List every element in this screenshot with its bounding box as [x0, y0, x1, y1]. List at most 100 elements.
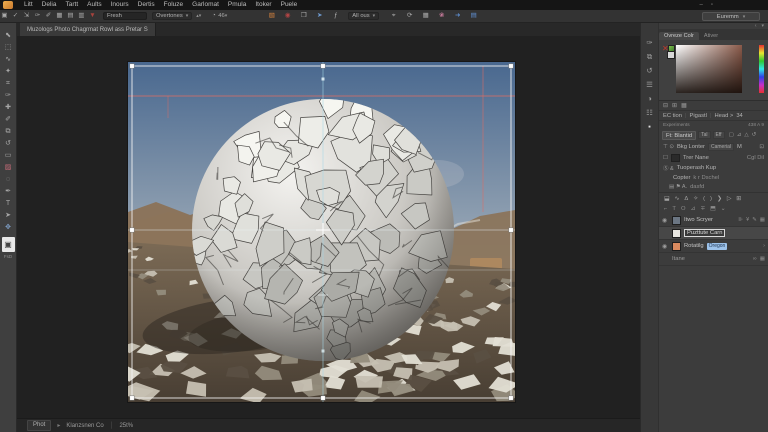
panel-option-icon-1[interactable]: ⊞	[672, 102, 677, 109]
panel-tool-icon-a3[interactable]: ✧	[693, 196, 698, 202]
status-doc-button[interactable]: Phot	[27, 420, 52, 431]
doc-blue-icon[interactable]: ▤	[469, 10, 478, 22]
menu-item-itoker[interactable]: Itoker	[255, 0, 271, 10]
panel-tool-icon-b0[interactable]: ⌐	[664, 206, 667, 212]
stamp-tool[interactable]: ⧉	[2, 126, 15, 138]
arrow-blue-icon[interactable]: ➜	[453, 10, 462, 22]
flower-icon[interactable]: ❀	[437, 10, 446, 22]
options-mode-dropdown[interactable]: Overtones ▾	[152, 12, 193, 20]
orange-panel-icon[interactable]: ▧	[267, 10, 276, 22]
history-panel-icon[interactable]: ↺	[646, 66, 652, 75]
checkbox-icon[interactable]: ☐	[663, 155, 668, 161]
brush-panel-icon[interactable]: ✑	[646, 38, 652, 47]
workspace-dropdown[interactable]: Euremm ▾	[702, 12, 760, 21]
menu-item-dertis[interactable]: Dertis	[138, 0, 155, 10]
opacity-dial-icon[interactable]: ◔	[209, 10, 218, 22]
foreground-background-swatch[interactable]: ✕	[662, 45, 676, 61]
menu-item-delia[interactable]: Delia	[42, 0, 57, 10]
transform-arrow-icon[interactable]: ⇲	[22, 10, 31, 22]
blue-cursor-icon[interactable]: ➤	[315, 10, 324, 22]
panel-tool-icon-b4[interactable]: ∓	[700, 206, 705, 212]
clone-source-panel-icon[interactable]: ⧉	[647, 52, 652, 61]
adjustments-panel-icon[interactable]: ◑	[647, 94, 652, 103]
panel-tool-icon-a6[interactable]: ❯	[717, 196, 722, 202]
lasso-tool[interactable]: ∿	[2, 54, 15, 66]
menu-item-litt[interactable]: Litt	[24, 0, 33, 10]
transform-handle-1[interactable]	[320, 63, 326, 69]
eraser-tool[interactable]: ▭	[2, 150, 15, 162]
layer-name[interactable]: Puzttute Carn	[684, 229, 726, 237]
layer-row-3[interactable]: Itane ∞ ▦	[659, 253, 768, 266]
blur-tool[interactable]: ◌	[2, 174, 15, 186]
tab-layers[interactable]: EC tion	[663, 113, 682, 119]
panel-tool-icon-b1[interactable]: T	[672, 206, 676, 212]
pen-tool[interactable]: ✒	[2, 186, 15, 198]
layer-right-icon-0[interactable]: ›	[763, 243, 765, 249]
panel-tool-icon-a0[interactable]: ⬓	[664, 196, 669, 202]
panel-tool-icon-b5[interactable]: ⬒	[710, 206, 715, 212]
tab-swatches[interactable]: Ativer	[699, 32, 723, 40]
layer-right-icon-0[interactable]: ⊪	[738, 217, 743, 223]
blend-icon-3[interactable]: ↺	[752, 132, 757, 138]
panel-tool-icon-b6[interactable]: ⌄	[721, 206, 726, 212]
item-row-1[interactable]: ☐ Trer Nane Cgl Dil	[659, 152, 768, 163]
tool-mode-dropdown[interactable]: All ous ▾	[348, 12, 380, 20]
tool-preset-icon[interactable]: ▣	[0, 10, 9, 22]
panel-tool-icon-a1[interactable]: ∿	[674, 196, 679, 202]
menu-item-puele[interactable]: Puele	[281, 0, 298, 10]
panel-tool-icon-a8[interactable]: ⊞	[736, 196, 741, 202]
blend-icon-2[interactable]: △	[744, 132, 748, 138]
sync-red-icon[interactable]: ◉	[283, 10, 292, 22]
fx-icon[interactable]: ƒ	[331, 10, 340, 22]
wand-tool[interactable]: ✦	[2, 66, 15, 78]
menu-item-aults[interactable]: Aults	[87, 0, 101, 10]
channels-panel-icon[interactable]: ☷	[646, 108, 653, 117]
layer-name[interactable]: Itwo Scryer	[684, 217, 713, 223]
checkmark-icon[interactable]: ✓	[11, 10, 20, 22]
options-value-field[interactable]: Fresh	[103, 12, 147, 20]
brush-icon[interactable]: ✐	[44, 10, 53, 22]
panel-tool-icon-b3[interactable]: ⊿	[690, 206, 695, 212]
panel-option-icon-0[interactable]: ⊟	[663, 102, 668, 109]
document-tab[interactable]: Muzologs Photo Chagrmat Rowl ass Pretar …	[20, 23, 156, 36]
layer-row-0[interactable]: ◉ Itwo Scryer ⊪ ¥ ✎ ▦	[659, 214, 768, 227]
status-zoom-level[interactable]: 25t%	[119, 423, 133, 429]
menu-item-foluze[interactable]: Foluze	[164, 0, 184, 10]
transform-handle-7[interactable]	[508, 395, 514, 401]
layer-name[interactable]: Rotatilg	[684, 243, 704, 249]
lock-extra-icon[interactable]: ⊡	[759, 144, 764, 150]
saturation-square[interactable]	[676, 45, 742, 93]
document-canvas[interactable]	[128, 62, 515, 402]
heal-tool[interactable]: ✚	[2, 102, 15, 114]
type-tool[interactable]: T	[2, 198, 15, 210]
item-row-2[interactable]: Ⓢ & Tuoperash Kup	[659, 163, 768, 173]
layer-visibility-icon[interactable]: ◉	[662, 217, 669, 224]
layer-name[interactable]: Itane	[672, 256, 685, 262]
hue-slider[interactable]	[759, 45, 764, 93]
tab-channels[interactable]: Pigastl	[690, 113, 707, 119]
folder-alt-icon[interactable]: ▥	[77, 10, 86, 22]
transform-handle-5[interactable]	[129, 395, 135, 401]
menu-item-inours[interactable]: Inours	[111, 0, 129, 10]
panel-tool-icon-a4[interactable]: (	[703, 196, 705, 202]
item-row-4[interactable]: ▤ ⚑ A. dasfd	[659, 182, 768, 191]
red-tag-icon[interactable]: ▼	[88, 10, 97, 22]
tab-color[interactable]: Ovreze Colr	[659, 32, 699, 40]
panel-tool-icon-a5[interactable]: )	[710, 196, 712, 202]
lock-icons[interactable]: ⊤ ⊙	[663, 144, 674, 150]
layer-visibility-icon[interactable]: ◉	[662, 243, 669, 250]
layer-right-icon-1[interactable]: ¥	[746, 217, 749, 223]
transform-handle-6[interactable]	[320, 395, 326, 401]
move-tool[interactable]: ⬉	[2, 30, 15, 42]
menu-item-garlomat[interactable]: Garlomat	[192, 0, 219, 10]
marquee-tool[interactable]: ⬚	[2, 42, 15, 54]
selected-tool-swatch[interactable]: ▣	[1, 237, 15, 252]
item-row-3[interactable]: Copter k r Dschel	[659, 173, 768, 182]
layer-right-icon-2[interactable]: ✎	[752, 217, 757, 223]
layer-right-icon-0[interactable]: ∞	[753, 256, 757, 262]
window-control-icon-0[interactable]: –	[700, 0, 703, 10]
blend-btn-1[interactable]: Tal	[698, 131, 711, 139]
blend-btn-2[interactable]: Eff	[712, 131, 725, 139]
brush-tool[interactable]: ✐	[2, 114, 15, 126]
gradient-tool[interactable]: ▨	[2, 162, 15, 174]
